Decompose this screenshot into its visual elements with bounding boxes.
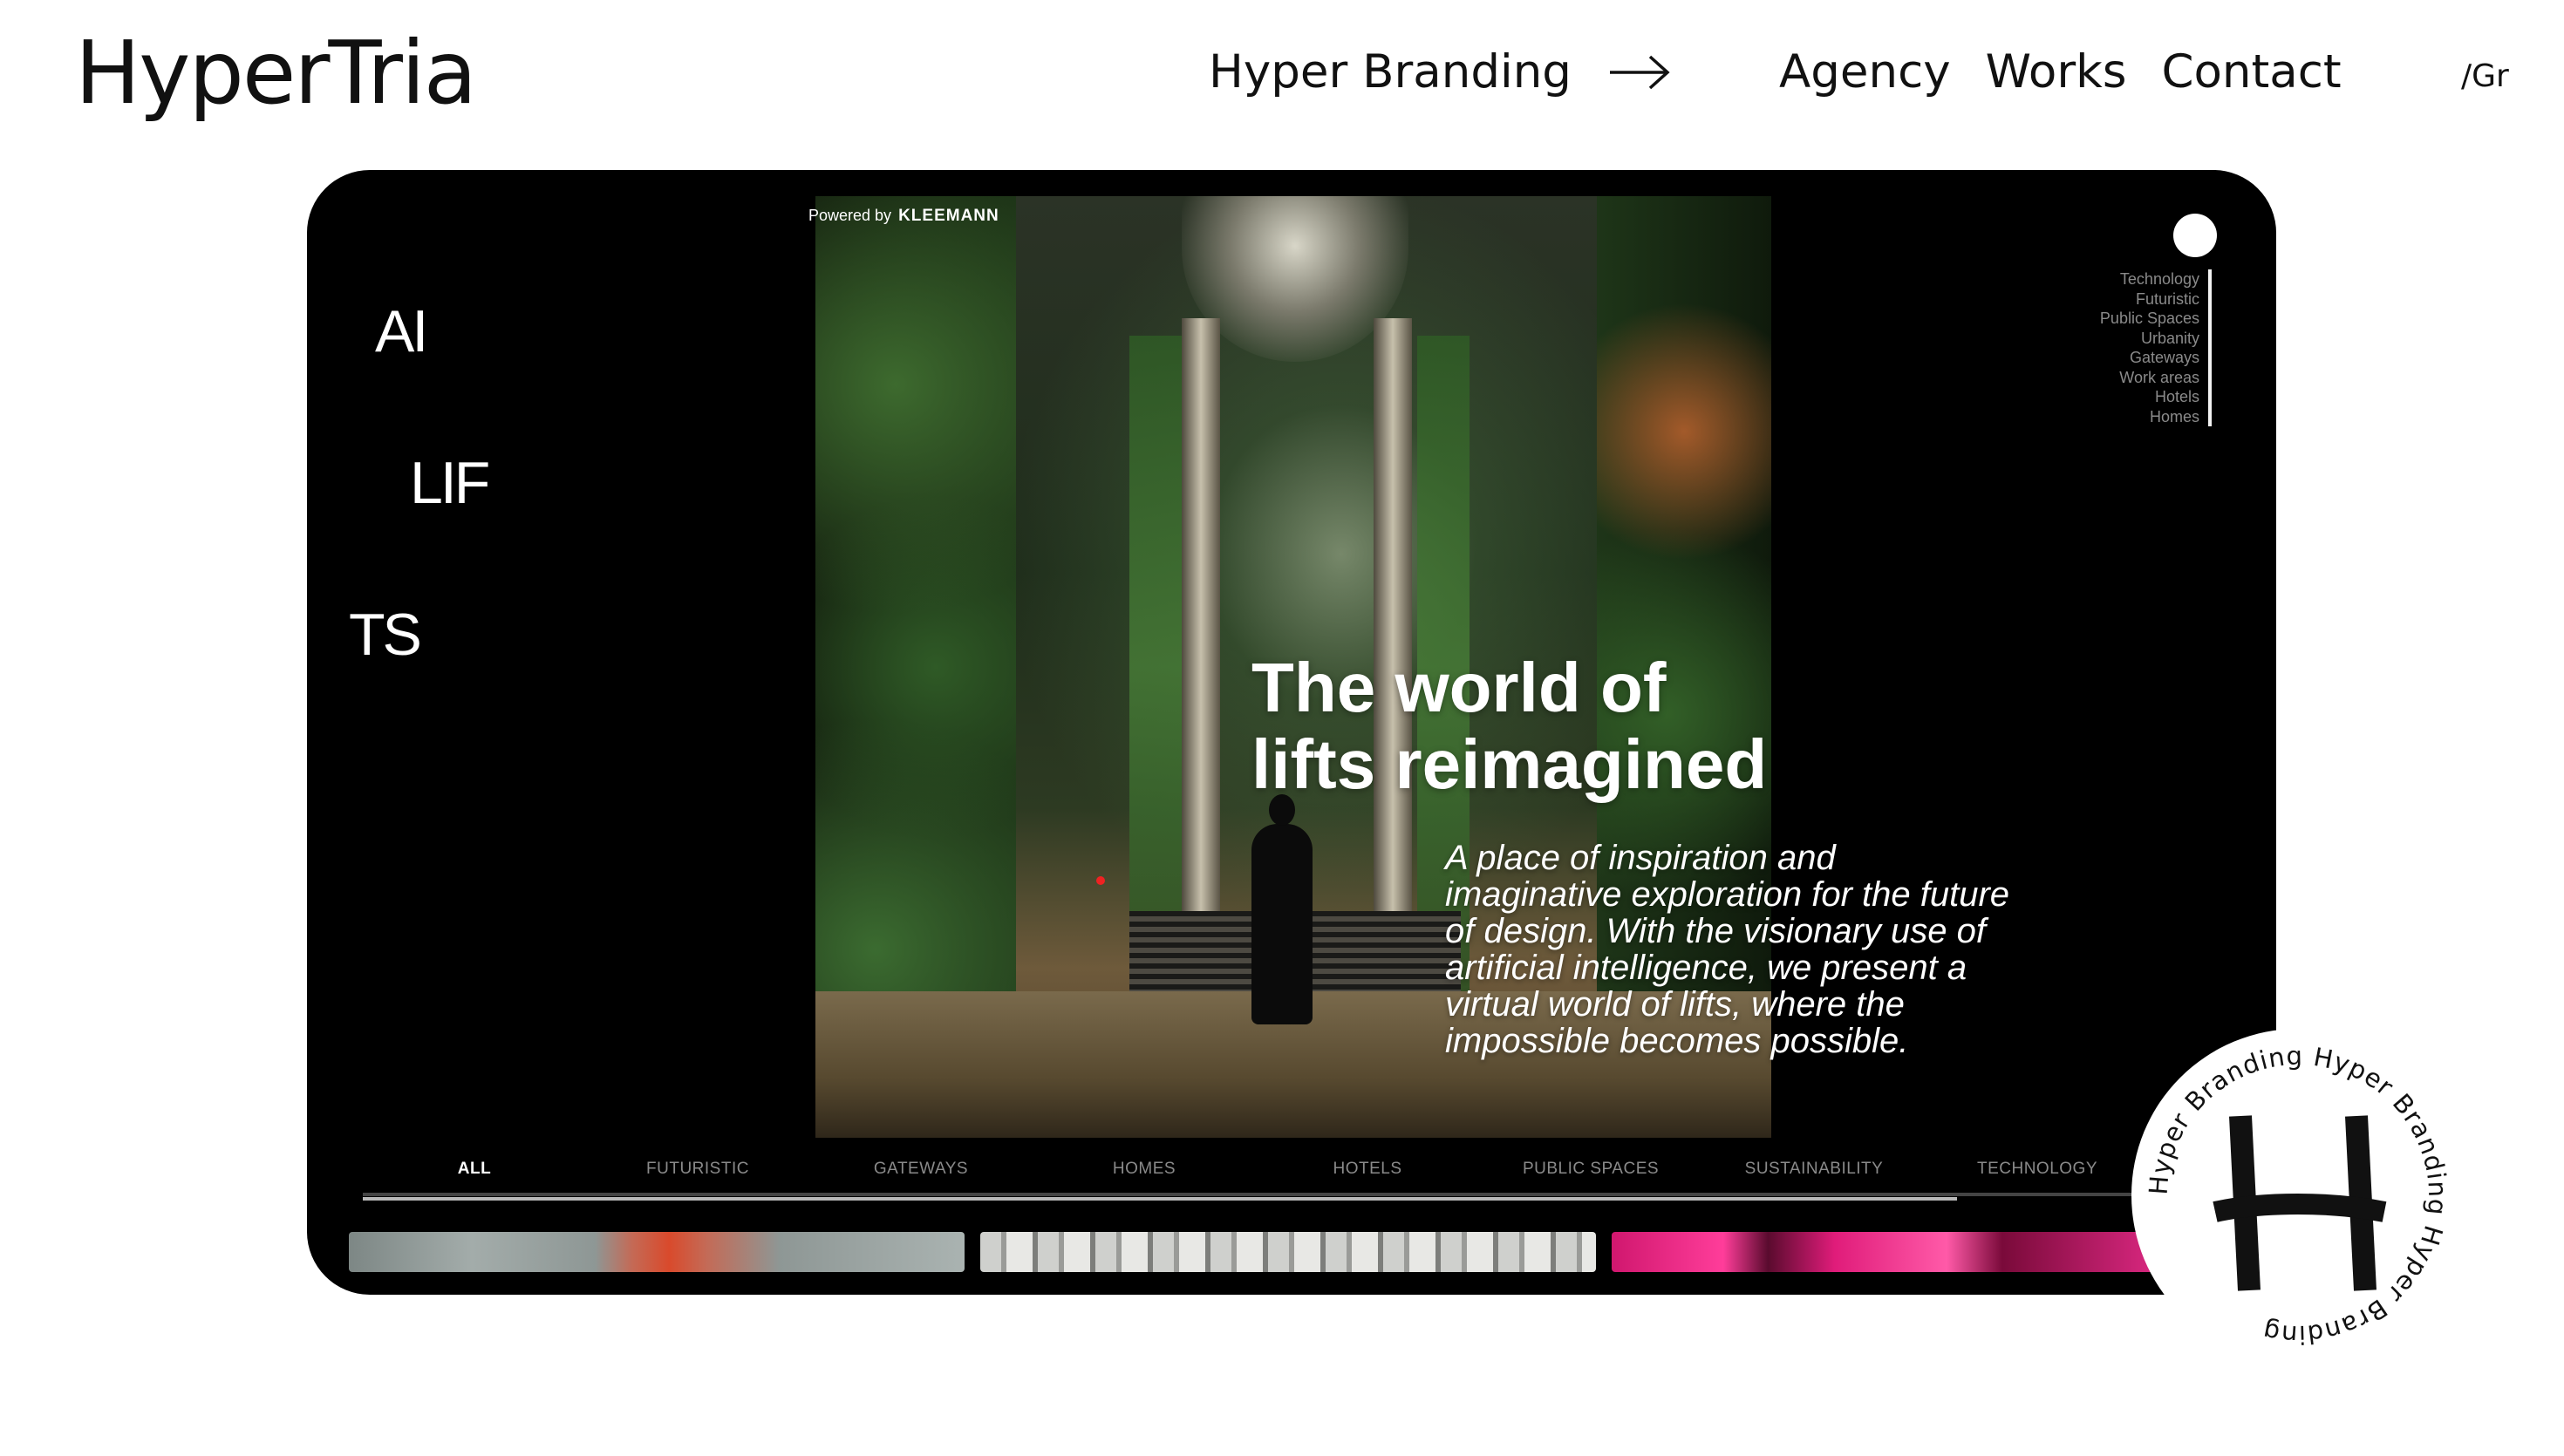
- brand-logo[interactable]: HyperTria: [75, 30, 477, 117]
- tab-futuristic[interactable]: FUTURISTIC: [586, 1160, 809, 1193]
- powered-by-prefix: Powered by: [808, 207, 892, 224]
- category-public-spaces[interactable]: Public Spaces: [2100, 309, 2199, 329]
- tab-public-spaces[interactable]: PUBLIC SPACES: [1479, 1160, 1702, 1193]
- ai-lifts-logo[interactable]: AI LIF TS: [349, 205, 490, 761]
- gallery-thumbnail[interactable]: [349, 1232, 965, 1272]
- tab-hotels[interactable]: HOTELS: [1256, 1160, 1479, 1193]
- nav-contact[interactable]: Contact: [2161, 49, 2341, 95]
- ai-lifts-logo-line: LIF: [410, 450, 490, 516]
- tab-sustainability[interactable]: SUSTAINABILITY: [1702, 1160, 1926, 1193]
- gallery-thumbnail[interactable]: [980, 1232, 1596, 1272]
- ai-lifts-logo-line: TS: [349, 602, 422, 668]
- device-frame: AI LIF TS Powered by KLEEMANN The world o…: [307, 170, 2276, 1295]
- hyper-branding-label: Hyper Branding: [1209, 45, 1572, 99]
- h-monogram-icon: [2213, 1115, 2387, 1291]
- category-menu: Technology Futuristic Public Spaces Urba…: [2100, 269, 2212, 426]
- badge-graphic: Hyper Branding Hyper Branding Hyper Bran…: [2144, 1041, 2452, 1350]
- arrow-right-icon: [1609, 55, 1670, 89]
- category-futuristic[interactable]: Futuristic: [2100, 289, 2199, 310]
- hero-description: A place of inspiration and imaginative e…: [1445, 839, 2010, 1060]
- man-figure: [1251, 794, 1313, 1024]
- ai-lifts-logo-line: AI: [375, 298, 428, 364]
- powered-by-brand: KLEEMANN: [898, 207, 999, 225]
- category-hotels[interactable]: Hotels: [2100, 387, 2199, 407]
- main-nav: Agency Works Contact: [1779, 49, 2342, 95]
- hero-title: The world of lifts reimagined: [1251, 649, 1768, 803]
- vine: [1129, 336, 1182, 998]
- hyper-branding-badge[interactable]: Hyper Branding Hyper Branding Hyper Bran…: [2131, 1029, 2465, 1362]
- category-homes[interactable]: Homes: [2100, 407, 2199, 427]
- tab-technology[interactable]: TECHNOLOGY: [1926, 1160, 2149, 1193]
- category-gateways[interactable]: Gateways: [2100, 348, 2199, 368]
- tab-progress-bar: [363, 1197, 1957, 1201]
- category-urbanity[interactable]: Urbanity: [2100, 329, 2199, 349]
- tab-all[interactable]: ALL: [363, 1160, 586, 1193]
- language-switch[interactable]: /Gr: [2461, 61, 2509, 92]
- powered-by: Powered by KLEEMANN: [808, 207, 999, 226]
- tab-homes[interactable]: HOMES: [1033, 1160, 1256, 1193]
- circle-menu-icon[interactable]: [2173, 214, 2217, 257]
- tab-gateways[interactable]: GATEWAYS: [809, 1160, 1033, 1193]
- nav-agency[interactable]: Agency: [1779, 49, 1951, 95]
- category-technology[interactable]: Technology: [2100, 269, 2199, 289]
- hotspot-dot[interactable]: [1096, 876, 1105, 885]
- category-work-areas[interactable]: Work areas: [2100, 368, 2199, 388]
- gallery-thumbnail[interactable]: [1612, 1232, 2170, 1272]
- filter-tabs: ALL FUTURISTIC GATEWAYS HOMES HOTELS PUB…: [363, 1160, 2220, 1196]
- nav-works[interactable]: Works: [1986, 49, 2127, 95]
- hyper-branding-link[interactable]: Hyper Branding: [1209, 49, 1671, 95]
